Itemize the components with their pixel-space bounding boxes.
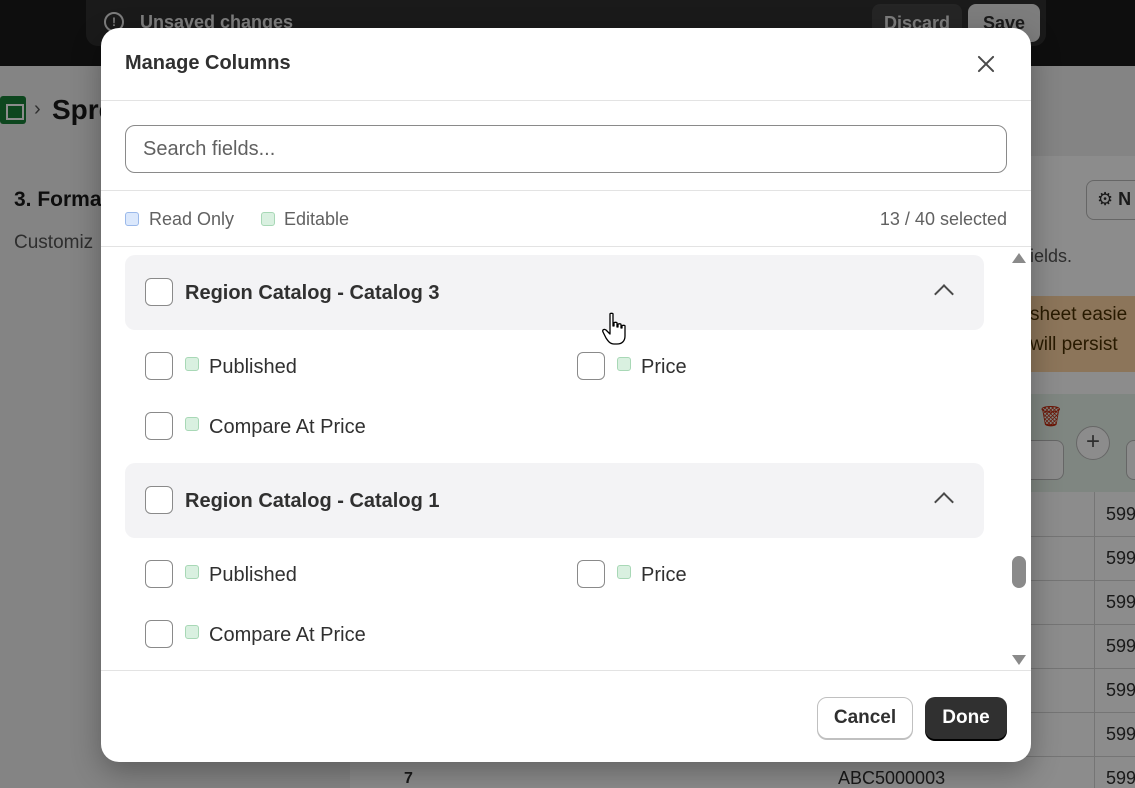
group-title: Region Catalog - Catalog 3 [185,282,440,304]
close-icon[interactable] [971,49,1001,79]
field-item[interactable]: Price [577,346,977,386]
editable-tag [185,565,199,579]
chevron-up-icon[interactable] [934,284,954,304]
field-item[interactable]: Compare At Price [145,406,545,446]
search-fields-input[interactable] [125,125,1007,173]
field-checkbox[interactable] [577,352,605,380]
modal-header: Manage Columns [101,28,1031,101]
read-only-label: Read Only [149,209,235,229]
chevron-up-icon[interactable] [934,492,954,512]
selected-count: 13 / 40 selected [879,209,1007,229]
field-label: Compare At Price [209,624,366,646]
group-checkbox[interactable] [145,278,173,306]
editable-label: Editable [284,209,350,229]
field-list[interactable]: Region Catalog - Catalog 3 Published Pri… [101,248,1031,670]
modal-title: Manage Columns [125,52,291,74]
field-item[interactable]: Price [577,554,977,594]
scroll-up-arrow[interactable] [1012,253,1026,263]
done-button[interactable]: Done [925,697,1007,739]
modal-footer: Cancel Done [101,670,1031,762]
editable-tag [185,625,199,639]
editable-tag [617,565,631,579]
editable-tag [185,357,199,371]
field-checkbox[interactable] [145,620,173,648]
editable-tag [617,357,631,371]
field-label: Published [209,356,297,378]
field-item[interactable]: Published [145,346,545,386]
field-label: Price [641,564,687,586]
editable-tag [185,417,199,431]
cancel-button[interactable]: Cancel [817,697,913,739]
hand-cursor-icon [602,312,626,345]
editable-swatch [261,212,275,226]
field-item[interactable]: Published [145,554,545,594]
read-only-swatch [125,212,139,226]
legend-bar: Read Only Editable 13 / 40 selected [101,192,1031,247]
field-label: Published [209,564,297,586]
group-title: Region Catalog - Catalog 1 [185,490,440,512]
group-checkbox[interactable] [145,486,173,514]
field-label: Price [641,356,687,378]
field-item[interactable]: Compare At Price [145,614,545,654]
scroll-down-arrow[interactable] [1012,655,1026,665]
search-section [101,101,1031,191]
field-checkbox[interactable] [145,352,173,380]
manage-columns-modal: Manage Columns Read Only Editable 13 / 4… [101,28,1031,762]
field-checkbox[interactable] [145,560,173,588]
group-header[interactable]: Region Catalog - Catalog 1 [125,463,984,538]
scrollbar-thumb[interactable] [1012,556,1026,588]
group-header[interactable]: Region Catalog - Catalog 3 [125,255,984,330]
field-checkbox[interactable] [145,412,173,440]
field-label: Compare At Price [209,416,366,438]
field-checkbox[interactable] [577,560,605,588]
